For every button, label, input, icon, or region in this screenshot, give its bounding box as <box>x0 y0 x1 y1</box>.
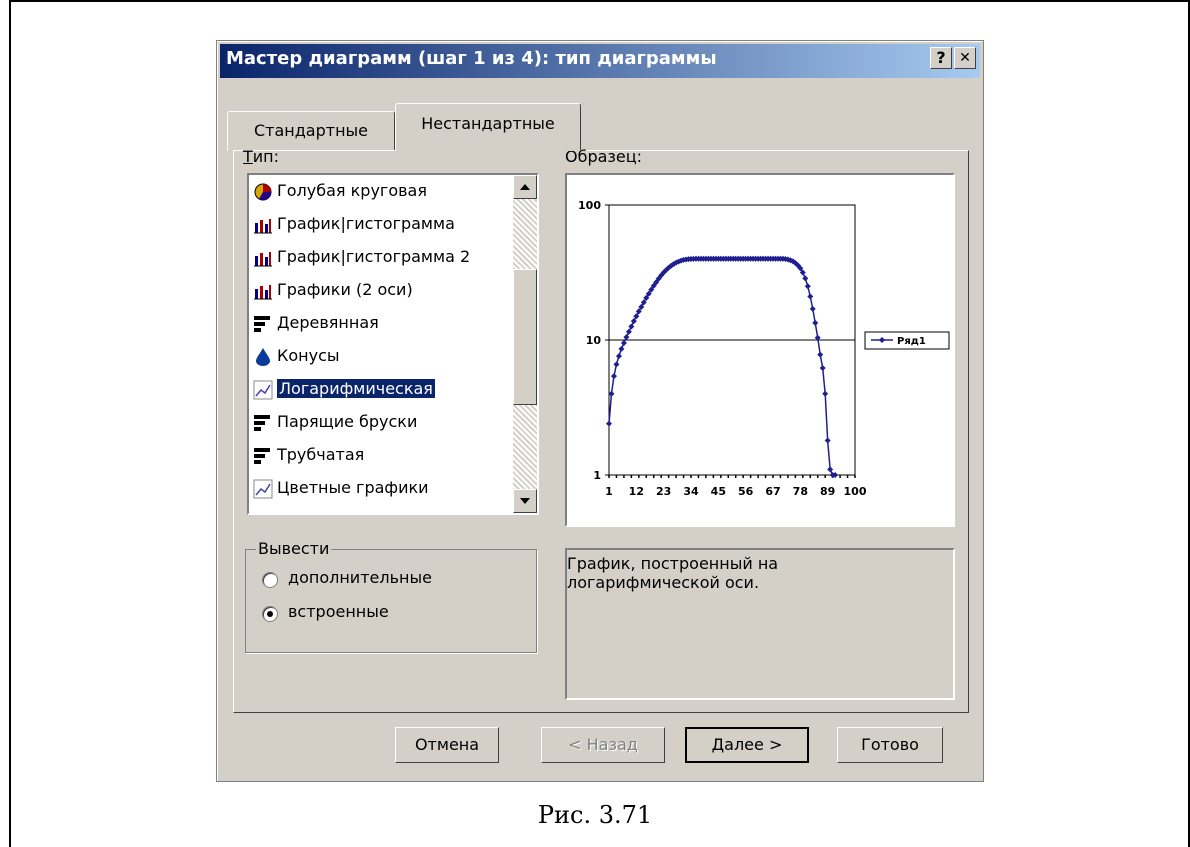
list-item-label: Цветные графики <box>277 478 429 497</box>
x-tick-label: 1 <box>605 485 613 498</box>
data-point <box>628 323 635 330</box>
type-label-rest: ип: <box>252 147 280 166</box>
chart-description: График, построенный на логарифмической о… <box>565 548 955 700</box>
scroll-thumb[interactable] <box>513 269 537 405</box>
data-point <box>804 283 811 290</box>
x-tick-label: 23 <box>656 485 671 498</box>
x-tick-label: 12 <box>629 485 644 498</box>
radio-embedded-label[interactable]: встроенные <box>288 602 389 621</box>
data-point <box>630 318 637 325</box>
data-point <box>819 365 826 372</box>
line-column-icon <box>253 215 273 235</box>
dialog-title: Мастер диаграмм (шаг 1 из 4): тип диагра… <box>226 48 717 69</box>
cancel-button[interactable]: Отмена <box>395 727 499 763</box>
data-point <box>623 334 630 341</box>
list-item-label: График|гистограмма <box>277 214 455 233</box>
list-item[interactable]: Логарифмическая <box>253 374 513 404</box>
scroll-down-button[interactable] <box>513 489 537 513</box>
x-tick-label: 100 <box>844 485 867 498</box>
arrow-down-icon <box>520 498 530 504</box>
description-line-1: График, построенный на <box>567 554 779 573</box>
title-bar: Мастер диаграмм (шаг 1 из 4): тип диагра… <box>220 44 980 78</box>
sample-chart: 1 10 100 1 12 23 34 45 56 67 78 89 100 Ряд1 <box>578 199 950 498</box>
y-tick-label: 10 <box>586 334 602 347</box>
data-point <box>633 313 640 320</box>
list-item-label: Конусы <box>277 346 340 365</box>
help-button[interactable]: ? <box>930 47 952 69</box>
list-item[interactable]: Деревянная <box>253 308 513 338</box>
x-tick-label: 89 <box>820 485 835 498</box>
data-point <box>615 353 622 360</box>
data-point <box>807 293 814 300</box>
list-item[interactable]: Трубчатая <box>253 440 513 470</box>
list-item[interactable]: Конусы <box>253 341 513 371</box>
data-point <box>610 373 617 380</box>
data-point <box>606 420 612 427</box>
scroll-up-button[interactable] <box>513 175 537 199</box>
list-item[interactable]: Графики (2 оси) <box>253 275 513 305</box>
data-point <box>620 340 627 347</box>
series-line <box>608 257 836 476</box>
pie-icon <box>253 182 273 202</box>
data-point <box>827 466 834 473</box>
x-tick-label: 56 <box>738 485 754 498</box>
chart-sample-preview: 1 10 100 1 12 23 34 45 56 67 78 89 100 Ряд1 <box>565 173 955 527</box>
output-group: Вывести дополнительные встроенные <box>245 539 537 653</box>
output-group-title: Вывести <box>256 539 332 558</box>
data-point <box>618 345 625 352</box>
list-item-label: Парящие бруски <box>277 412 418 431</box>
back-button[interactable]: < Назад <box>541 727 665 763</box>
y-tick-label: 100 <box>578 199 601 212</box>
description-line-2: логарифмической оси. <box>567 573 760 592</box>
legend-label: Ряд1 <box>897 336 926 347</box>
type-label: Тип: <box>243 147 280 166</box>
x-tick-label: 67 <box>765 485 780 498</box>
data-point <box>817 351 824 358</box>
list-item-label: Деревянная <box>277 313 379 332</box>
list-item[interactable]: График|гистограмма <box>253 209 513 239</box>
list-item-label: Голубая круговая <box>277 181 427 200</box>
tab-custom[interactable]: Нестандартные <box>395 103 581 151</box>
figure-caption: Рис. 3.71 <box>537 801 653 829</box>
next-button[interactable]: Далее > <box>685 727 809 763</box>
chart-wizard-dialog: Мастер диаграмм (шаг 1 из 4): тип диагра… <box>216 40 984 782</box>
radio-additional[interactable] <box>262 572 278 588</box>
tab-standard[interactable]: Стандартные <box>227 111 395 151</box>
bar-icon <box>253 413 273 433</box>
x-tick-label: 45 <box>711 485 726 498</box>
data-point <box>613 361 620 368</box>
radio-embedded[interactable] <box>262 606 278 622</box>
bar-icon <box>253 314 273 334</box>
arrow-up-icon <box>520 184 530 190</box>
list-scrollbar[interactable] <box>513 175 537 513</box>
data-point <box>812 319 819 326</box>
x-tick-label: 78 <box>793 485 808 498</box>
cone-icon <box>253 347 273 367</box>
x-tick-label: 34 <box>683 485 699 498</box>
list-item[interactable]: Голубая круговая <box>253 176 513 206</box>
data-point <box>822 390 829 397</box>
chart-type-list[interactable]: Голубая круговая График|гистограмма График… <box>247 173 539 515</box>
list-item-label: График|гистограмма 2 <box>277 247 471 266</box>
finish-button[interactable]: Готово <box>837 727 943 763</box>
close-button[interactable]: ✕ <box>954 47 976 69</box>
list-item[interactable]: Парящие бруски <box>253 407 513 437</box>
list-item[interactable]: Цветные графики <box>253 473 513 503</box>
log-line-icon <box>253 380 273 400</box>
data-point <box>625 328 632 335</box>
line-column-icon <box>253 248 273 268</box>
list-item[interactable]: График|гистограмма 2 <box>253 242 513 272</box>
list-item-label: Графики (2 оси) <box>277 280 413 299</box>
line-column-icon <box>253 281 273 301</box>
data-point <box>809 305 816 312</box>
data-point <box>824 437 831 444</box>
data-point <box>802 275 809 282</box>
log-line-icon <box>253 479 273 499</box>
y-tick-label: 1 <box>593 469 601 482</box>
list-item-label: Трубчатая <box>277 445 365 464</box>
list-item-label: Логарифмическая <box>277 379 435 398</box>
radio-additional-label[interactable]: дополнительные <box>288 568 432 587</box>
bar-icon <box>253 446 273 466</box>
